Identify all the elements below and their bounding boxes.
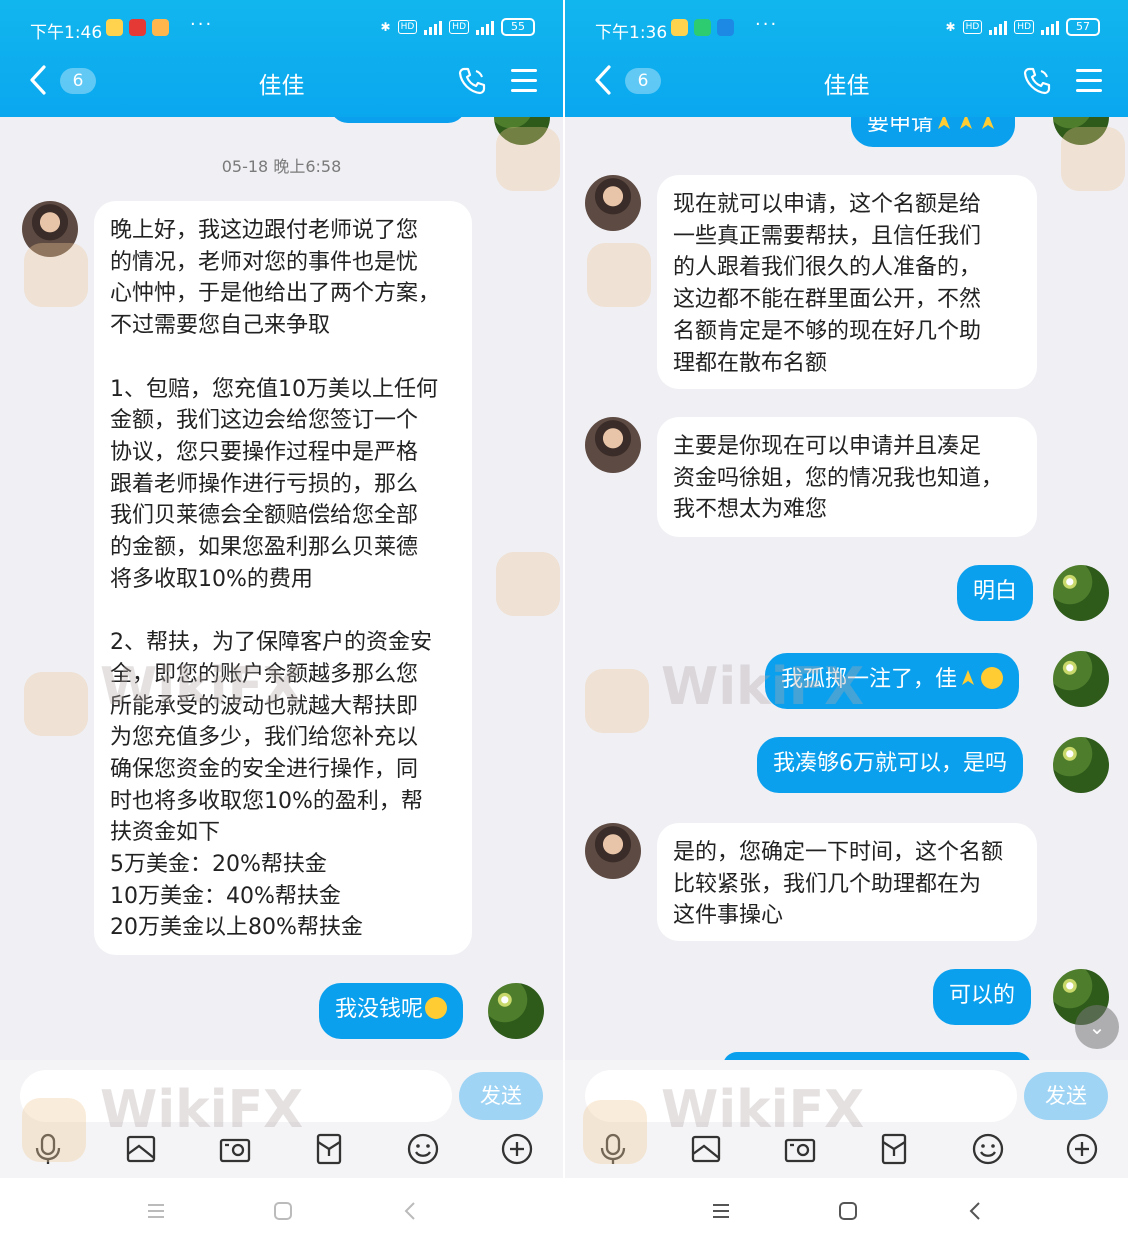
partial-bubble	[330, 117, 466, 123]
chat-area[interactable]: 要申请 现在就可以申请，这个名额是给 一些真正需要帮扶，且信任我们 的人跟着我们…	[565, 117, 1128, 1060]
send-button[interactable]: 发送	[459, 1072, 543, 1120]
message-bubble[interactable]: 我没钱呢	[319, 983, 464, 1039]
message-bubble[interactable]: 是的，您确定一下时间，这个名额 比较紧张，我们几个助理都在为 这件事操心	[657, 823, 1037, 941]
avatar[interactable]	[585, 175, 641, 231]
home-icon[interactable]	[837, 1200, 859, 1222]
bluetooth-icon: ✱	[380, 20, 391, 34]
notification-icon	[671, 19, 688, 36]
watermark-logo	[496, 127, 560, 191]
watermark-text: WikiFX	[661, 1080, 865, 1140]
timestamp: 05-18 晚上6:58	[221, 157, 342, 176]
input-area: 发送 WikiFX	[0, 1060, 563, 1178]
signal-icon	[424, 20, 443, 35]
right-phone-screen: 下午1:36 ··· ✱ HD HD 57 6 佳佳 要申请 现在就可以申请，这…	[565, 0, 1128, 1244]
system-nav-bar	[565, 1178, 1128, 1244]
avatar[interactable]	[585, 823, 641, 879]
notification-icon	[694, 19, 711, 36]
watermark-logo	[24, 672, 88, 736]
avatar[interactable]	[1053, 565, 1109, 621]
watermark-logo	[585, 669, 649, 733]
battery-icon: 55	[501, 18, 535, 36]
avatar[interactable]	[488, 983, 544, 1039]
top-bar: 下午1:36 ··· ✱ HD HD 57 6 佳佳	[565, 0, 1128, 117]
laughing-emoji-icon	[981, 667, 1004, 689]
message-text: 我没钱呢	[335, 997, 424, 1022]
message-bubble[interactable]: 我凑够6万就可以，是吗	[757, 737, 1023, 793]
status-app-icons	[106, 19, 169, 36]
status-indicators: ✱ HD HD 55	[381, 18, 535, 36]
watermark-logo	[587, 243, 651, 307]
more-notifications-icon: ···	[755, 14, 779, 35]
recent-apps-icon[interactable]	[710, 1200, 732, 1222]
home-icon[interactable]	[272, 1200, 294, 1222]
watermark-logo	[24, 243, 88, 307]
hd-icon: HD	[1014, 20, 1034, 34]
notification-icon	[106, 19, 123, 36]
laughing-emoji-icon	[425, 997, 448, 1019]
left-phone-screen: 下午1:46 ··· ✱ HD HD 55 6 佳佳 05-18 晚上6:58 …	[0, 0, 563, 1244]
scroll-down-icon[interactable]: ⌄	[1075, 1005, 1119, 1049]
battery-icon: 57	[1066, 18, 1100, 36]
back-icon[interactable]	[400, 1200, 422, 1222]
notification-icon	[129, 19, 146, 36]
message-bubble[interactable]: 要申请	[851, 117, 1016, 147]
top-bar: 下午1:46 ··· ✱ HD HD 55 6 佳佳	[0, 0, 563, 117]
hd-icon: HD	[397, 20, 418, 34]
praying-hands-emoji-icon	[938, 117, 951, 129]
signal-icon	[1041, 20, 1059, 35]
watermark-logo	[22, 1098, 86, 1162]
watermark-text: WikiFX	[100, 1080, 304, 1140]
emoji-icon[interactable]	[406, 1132, 440, 1166]
recent-apps-icon[interactable]	[145, 1200, 167, 1222]
input-area: 发送 WikiFX	[565, 1060, 1128, 1178]
avatar[interactable]	[585, 417, 641, 473]
bluetooth-icon: ✱	[945, 20, 956, 34]
avatar[interactable]	[1053, 651, 1109, 707]
status-time: 下午1:46	[30, 23, 103, 43]
hd-icon: HD	[962, 20, 983, 34]
partial-bubble	[723, 1052, 1031, 1060]
status-time: 下午1:36	[595, 23, 668, 43]
watermark-text: WikiFX	[100, 657, 304, 717]
send-button[interactable]: 发送	[1024, 1072, 1108, 1120]
message-bubble[interactable]: 可以的	[933, 969, 1032, 1025]
plus-icon[interactable]	[500, 1132, 534, 1166]
message-bubble[interactable]: 现在就可以申请，这个名额是给 一些真正需要帮扶，且信任我们 的人跟着我们很久的人…	[657, 175, 1037, 389]
system-nav-bar	[0, 1178, 563, 1244]
chat-area[interactable]: 05-18 晚上6:58 晚上好，我这边跟付老师说了您 的情况，老师对您的事件也…	[0, 117, 563, 1060]
phone-icon[interactable]	[457, 66, 487, 96]
status-indicators: ✱ HD HD 57	[946, 18, 1100, 36]
signal-icon	[989, 20, 1008, 35]
menu-icon[interactable]	[1076, 69, 1102, 93]
emoji-icon[interactable]	[971, 1132, 1005, 1166]
watermark-text: WikiFX	[661, 657, 865, 717]
signal-icon	[476, 20, 494, 35]
more-notifications-icon: ···	[190, 14, 214, 35]
praying-hands-emoji-icon	[982, 117, 995, 129]
watermark-logo	[583, 1100, 647, 1164]
praying-hands-emoji-icon	[960, 117, 973, 129]
status-app-icons	[671, 19, 734, 36]
phone-icon[interactable]	[1022, 66, 1052, 96]
red-packet-icon[interactable]	[312, 1132, 346, 1166]
notification-icon	[717, 19, 734, 36]
watermark-logo	[496, 552, 560, 616]
praying-hands-emoji-icon	[962, 670, 975, 685]
avatar[interactable]	[1053, 737, 1109, 793]
red-packet-icon[interactable]	[877, 1132, 911, 1166]
back-icon[interactable]	[965, 1200, 987, 1222]
plus-icon[interactable]	[1065, 1132, 1099, 1166]
message-bubble[interactable]: 明白	[957, 565, 1034, 621]
watermark-logo	[1061, 127, 1125, 191]
message-text: 要申请	[867, 117, 934, 136]
menu-icon[interactable]	[511, 69, 537, 93]
hd-icon: HD	[449, 20, 469, 34]
message-bubble[interactable]: 主要是你现在可以申请并且凑足 资金吗徐姐，您的情况我也知道， 我不想太为难您	[657, 417, 1037, 537]
message-bubble[interactable]: 晚上好，我这边跟付老师说了您 的情况，老师对您的事件也是忧 心忡忡，于是他给出了…	[94, 201, 472, 955]
notification-icon	[152, 19, 169, 36]
